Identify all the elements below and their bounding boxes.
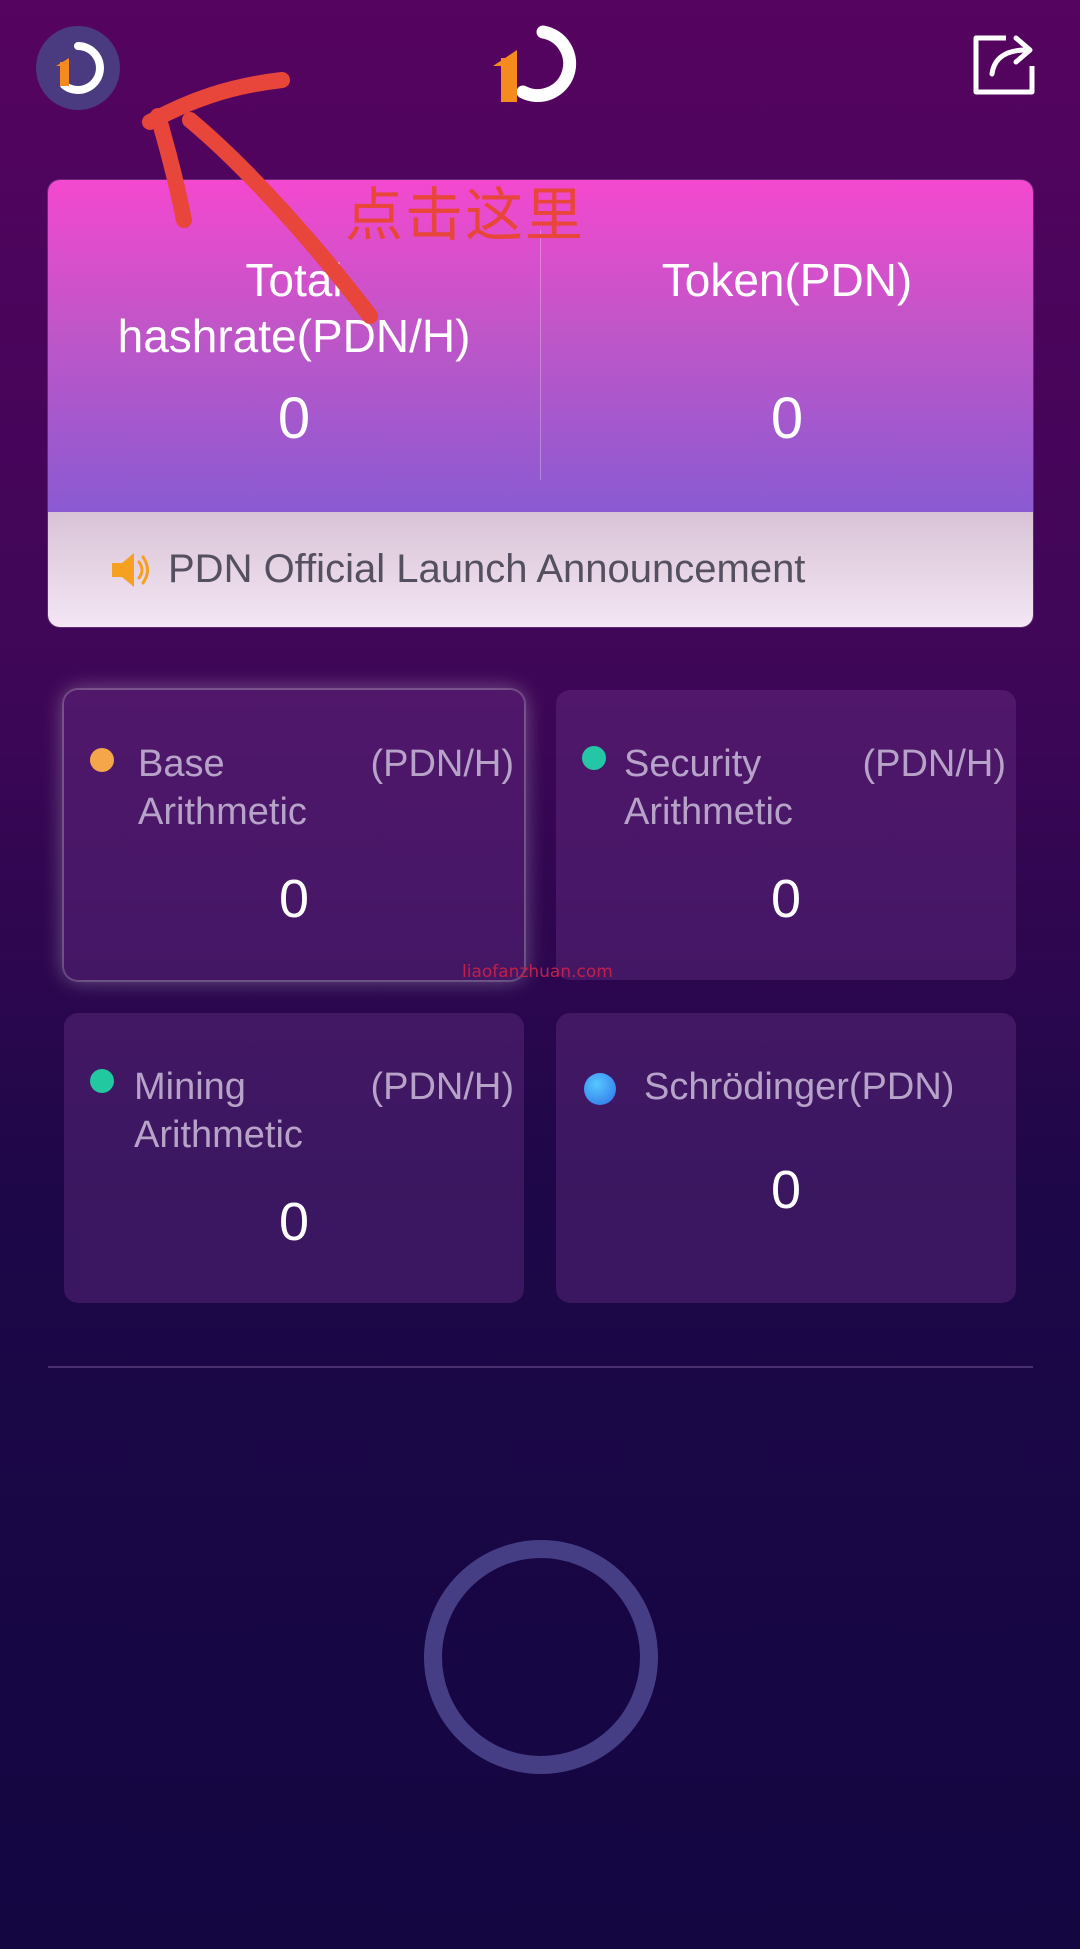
status-dot: [90, 1069, 114, 1093]
share-button[interactable]: [968, 28, 1040, 100]
card-title: Base Arithmetic: [138, 743, 307, 833]
app-logo: [493, 22, 585, 110]
annotation-text: 点击这里: [345, 181, 586, 249]
avatar[interactable]: [36, 26, 120, 110]
card-unit: (PDN/H): [862, 743, 1006, 785]
card-title: Mining Arithmetic: [134, 1066, 303, 1156]
token-label: Token(PDN): [661, 254, 913, 306]
card-value: 0: [770, 1160, 802, 1220]
total-hashrate-value: 0: [277, 386, 311, 451]
speaker-icon: [112, 552, 149, 587]
card-unit: (PDN/H): [370, 743, 514, 785]
status-dot: [90, 748, 114, 772]
mining-arithmetic-card[interactable]: Mining Arithmetic (PDN/H) 0: [64, 1013, 524, 1303]
card-value: 0: [278, 1192, 310, 1252]
card-title: Security Arithmetic: [624, 743, 793, 833]
watermark: liaofanzhuan.com: [462, 962, 613, 982]
token-value: 0: [770, 386, 804, 451]
mining-start-button[interactable]: [424, 1540, 658, 1774]
status-dot: [582, 746, 606, 770]
total-hashrate-stat: Total hashrate(PDN/H) 0: [48, 252, 540, 454]
announcement-text: PDN Official Launch Announcement: [168, 547, 806, 591]
status-dot: [584, 1073, 616, 1105]
card-unit: (PDN/H): [370, 1066, 514, 1108]
token-stat: Token(PDN) 0: [541, 252, 1033, 454]
schrodinger-card[interactable]: Schrödinger(PDN) 0: [556, 1013, 1016, 1303]
section-divider: [48, 1366, 1033, 1368]
base-arithmetic-card[interactable]: Base Arithmetic (PDN/H) 0: [64, 690, 524, 980]
card-value: 0: [278, 869, 310, 929]
card-value: 0: [770, 869, 802, 929]
pdn-logo-icon: [56, 42, 104, 94]
announcement-bar[interactable]: PDN Official Launch Announcement: [48, 512, 1033, 627]
pdn-logo-icon: [493, 25, 577, 103]
security-arithmetic-card[interactable]: Security Arithmetic (PDN/H) 0: [556, 690, 1016, 980]
total-hashrate-label: Total hashrate(PDN/H): [117, 254, 471, 362]
card-title: Schrödinger(PDN): [644, 1066, 955, 1108]
share-icon: [973, 35, 1035, 95]
